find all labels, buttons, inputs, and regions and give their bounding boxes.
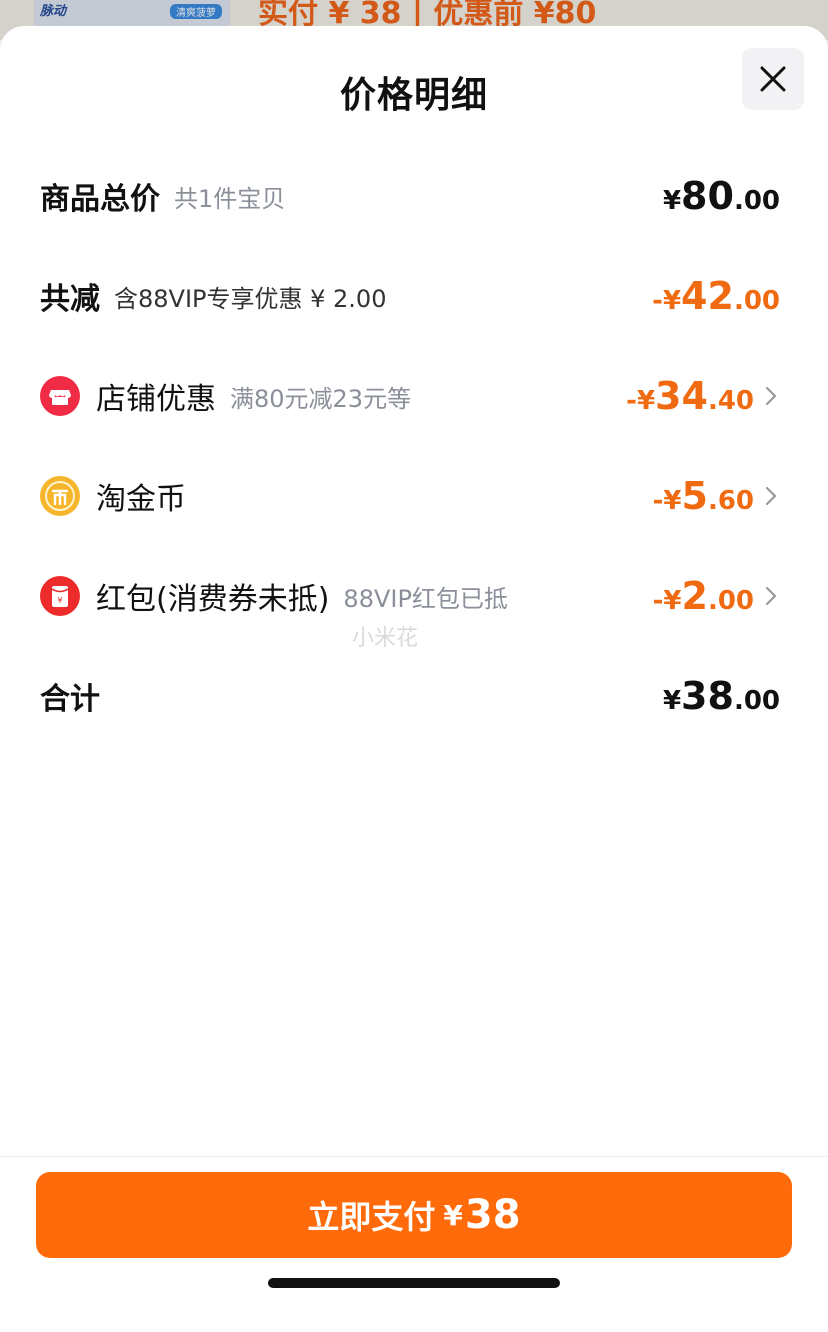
currency-symbol: -¥ <box>626 386 656 416</box>
svg-text:¥: ¥ <box>57 596 62 605</box>
amount-integer: 2 <box>681 574 708 618</box>
pay-button-label: 立即支付 <box>307 1198 436 1236</box>
total-price-label: 商品总价 <box>40 182 160 217</box>
red-packet-icon: ¥ <box>40 576 80 616</box>
amount-decimal: .00 <box>733 686 780 716</box>
amount-decimal: .00 <box>733 186 780 216</box>
home-indicator[interactable] <box>268 1278 560 1288</box>
row-taobao-coin[interactable]: 淘金币 -¥ 5.60 <box>0 446 828 546</box>
row-total-price: 商品总价 共1件宝贝 ¥80.00 <box>0 146 828 246</box>
price-rows: 商品总价 共1件宝贝 ¥80.00 共减 含88VIP专享优惠 ¥ 2.00 -… <box>0 146 828 746</box>
close-button[interactable] <box>742 48 804 110</box>
total-price-amount: ¥80.00 <box>663 174 780 218</box>
amount-integer: 80 <box>681 174 734 218</box>
amount-decimal: .00 <box>707 586 754 616</box>
chevron-right-icon <box>764 384 780 408</box>
watermark: 小米花 <box>352 626 419 651</box>
amount-integer: 34 <box>655 374 708 418</box>
price-detail-sheet: 价格明细 商品总价 共1件宝贝 ¥80.00 共减 含88VIP专享优惠 ¥ 2… <box>0 26 828 1332</box>
chevron-right-icon <box>764 584 780 608</box>
sum-amount: ¥38.00 <box>663 674 780 718</box>
currency-symbol: -¥ <box>652 286 682 316</box>
currency-symbol: ¥ <box>662 686 682 716</box>
coin-icon <box>40 476 80 516</box>
sheet-title: 价格明细 <box>339 75 488 116</box>
row-shop-discount[interactable]: 店铺优惠 满80元减23元等 -¥ 34.40 <box>0 346 828 446</box>
vip-discount-note: 含88VIP专享优惠 ¥ 2.00 <box>114 284 387 313</box>
amount-integer: 42 <box>681 274 734 318</box>
pay-now-button[interactable]: 立即支付 ¥ 38 <box>36 1172 792 1258</box>
red-packet-amount: -¥ 2.00 <box>653 574 754 618</box>
amount-decimal: .00 <box>733 286 780 316</box>
currency-symbol: ¥ <box>662 186 682 216</box>
total-reduction-amount: -¥ 42.00 <box>652 274 780 318</box>
chevron-right-icon <box>764 484 780 508</box>
row-total-reduction: 共减 含88VIP专享优惠 ¥ 2.00 -¥ 42.00 <box>0 246 828 346</box>
pay-button-currency: ¥ <box>443 1198 463 1232</box>
shop-icon <box>40 376 80 416</box>
sum-label: 合计 <box>40 682 100 717</box>
currency-symbol: -¥ <box>652 586 682 616</box>
red-packet-note: 88VIP红包已抵 <box>343 584 508 613</box>
total-reduction-label: 共减 <box>40 282 100 317</box>
red-packet-label: 红包(消费券未抵) <box>96 582 330 617</box>
row-sum: 合计 ¥38.00 <box>0 646 828 746</box>
amount-decimal: .60 <box>707 486 754 516</box>
amount-decimal: .40 <box>707 386 754 416</box>
pay-button-amount: 38 <box>464 1192 521 1238</box>
amount-integer: 5 <box>681 474 708 518</box>
shop-discount-label: 店铺优惠 <box>96 382 216 417</box>
footer-divider <box>0 1156 828 1157</box>
taobao-coin-label: 淘金币 <box>96 482 186 517</box>
item-count: 共1件宝贝 <box>174 184 286 213</box>
close-icon <box>760 66 786 92</box>
shop-discount-note: 满80元减23元等 <box>230 384 412 413</box>
amount-integer: 38 <box>681 674 734 718</box>
taobao-coin-amount: -¥ 5.60 <box>653 474 754 518</box>
shop-discount-amount: -¥ 34.40 <box>626 374 754 418</box>
currency-symbol: -¥ <box>652 486 682 516</box>
